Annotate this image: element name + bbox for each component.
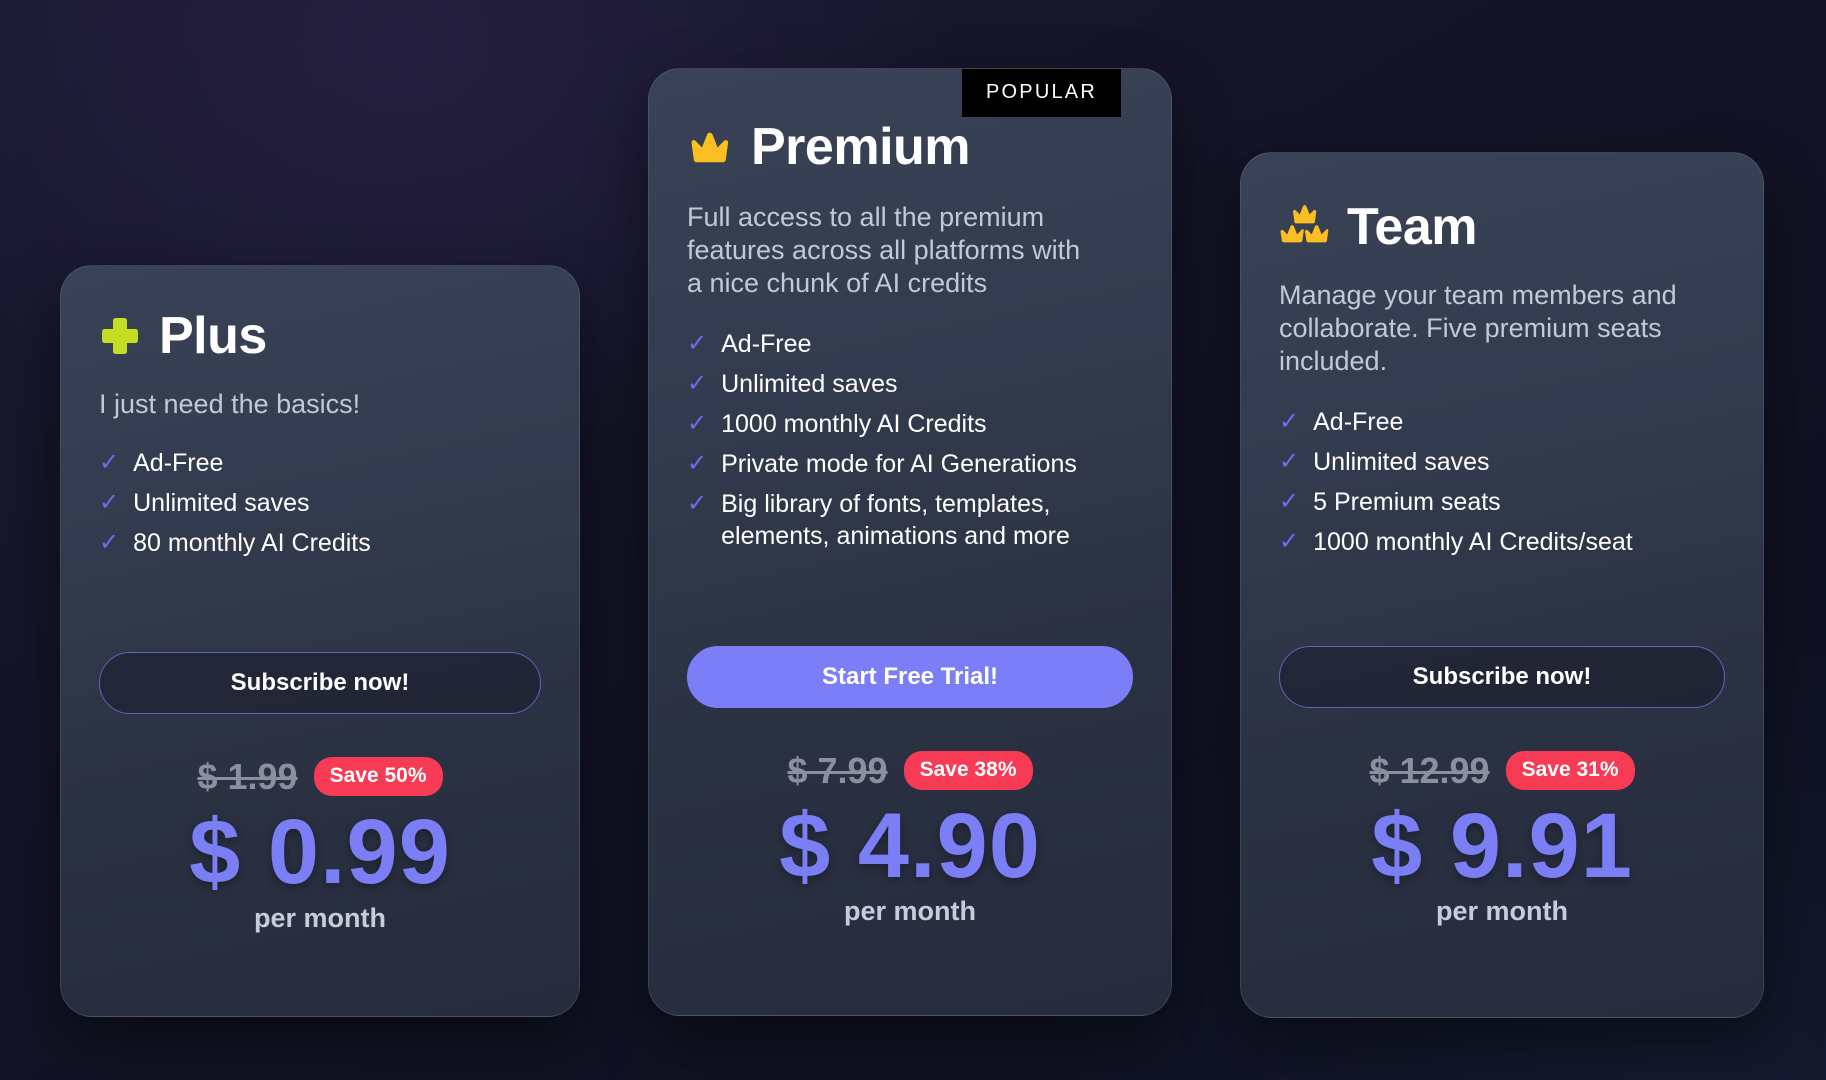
feature-item: ✓ 5 Premium seats	[1279, 486, 1725, 518]
check-icon: ✓	[687, 369, 708, 397]
crown-icon	[687, 126, 733, 168]
feature-label: 80 monthly AI Credits	[133, 528, 371, 557]
check-icon: ✓	[687, 329, 708, 357]
check-icon: ✓	[1279, 487, 1300, 515]
pricing-card-premium[interactable]: POPULAR Premium Full access to all the p…	[648, 68, 1172, 1016]
check-icon: ✓	[687, 409, 708, 437]
subscribe-button-team[interactable]: Subscribe now!	[1279, 645, 1725, 708]
old-price: $ 12.99	[1369, 749, 1490, 791]
old-price-row: $ 12.99 Save 31%	[1369, 749, 1635, 792]
price-block-premium: $ 7.99 Save 38% $ 4.90 per month	[687, 750, 1133, 928]
feature-item: ✓ Unlimited saves	[99, 487, 541, 519]
feature-label: 1000 monthly AI Credits/seat	[1313, 527, 1633, 556]
feature-list-team: ✓ Ad-Free ✓ Unlimited saves ✓ 5 Premium …	[1279, 406, 1725, 566]
check-icon: ✓	[99, 488, 120, 516]
plan-description: I just need the basics!	[99, 389, 361, 419]
feature-item: ✓ Ad-Free	[99, 447, 541, 479]
billing-period: per month	[254, 902, 386, 933]
price-block-team: $ 12.99 Save 31% $ 9.91 per month	[1279, 750, 1725, 928]
old-price: $ 7.99	[787, 749, 888, 791]
pricing-card-plus[interactable]: Plus I just need the basics! ✓ Ad-Free ✓…	[60, 265, 580, 1017]
triple-crown-icon	[1279, 205, 1329, 249]
feature-label: Ad-Free	[721, 329, 812, 358]
pricing-page: Plus I just need the basics! ✓ Ad-Free ✓…	[0, 0, 1826, 1080]
feature-label: Unlimited saves	[133, 488, 310, 517]
start-free-trial-button[interactable]: Start Free Trial!	[687, 645, 1133, 708]
check-icon: ✓	[687, 449, 708, 477]
feature-label: 1000 monthly AI Credits	[721, 409, 987, 438]
check-icon: ✓	[1279, 447, 1300, 475]
popular-badge: POPULAR	[962, 69, 1121, 117]
feature-label: Ad-Free	[1313, 407, 1404, 436]
feature-list-plus: ✓ Ad-Free ✓ Unlimited saves ✓ 80 monthly…	[99, 447, 541, 567]
plan-description: Full access to all the premium features …	[687, 202, 1081, 298]
old-price: $ 1.99	[197, 755, 298, 797]
plan-header-team: Team	[1279, 201, 1725, 253]
save-badge: Save 50%	[313, 757, 443, 797]
check-icon: ✓	[1279, 407, 1300, 435]
current-price: $ 4.90	[779, 794, 1041, 897]
subscribe-button-plus[interactable]: Subscribe now!	[99, 651, 541, 714]
feature-item: ✓ 80 monthly AI Credits	[99, 527, 541, 559]
feature-item: ✓ 1000 monthly AI Credits	[687, 408, 1133, 440]
plan-title: Team	[1347, 198, 1477, 256]
old-price-row: $ 7.99 Save 38%	[787, 749, 1033, 792]
feature-label: Big library of fonts, templates, element…	[721, 489, 1070, 550]
plan-header-premium: Premium	[687, 121, 1133, 173]
current-price: $ 9.91	[1371, 794, 1633, 897]
pricing-card-team[interactable]: Team Manage your team members and collab…	[1240, 152, 1764, 1018]
feature-label: Unlimited saves	[721, 369, 898, 398]
feature-list-premium: ✓ Ad-Free ✓ Unlimited saves ✓ 1000 month…	[687, 328, 1133, 560]
price-block-plus: $ 1.99 Save 50% $ 0.99 per month	[99, 756, 541, 934]
feature-item: ✓ Unlimited saves	[1279, 446, 1725, 478]
billing-period: per month	[1436, 896, 1568, 927]
feature-item: ✓ Ad-Free	[687, 328, 1133, 360]
plan-description: Manage your team members and collaborate…	[1279, 280, 1677, 376]
check-icon: ✓	[99, 448, 120, 476]
check-icon: ✓	[1279, 527, 1300, 555]
check-icon: ✓	[99, 528, 120, 556]
billing-period: per month	[844, 896, 976, 927]
feature-item: ✓ Unlimited saves	[687, 368, 1133, 400]
plan-title: Plus	[159, 307, 267, 365]
save-badge: Save 38%	[903, 751, 1033, 791]
feature-item: ✓ 1000 monthly AI Credits/seat	[1279, 526, 1725, 558]
feature-label: Private mode for AI Generations	[721, 449, 1077, 478]
feature-item: ✓ Ad-Free	[1279, 406, 1725, 438]
feature-label: Ad-Free	[133, 448, 224, 477]
save-badge: Save 31%	[1505, 751, 1635, 791]
plan-title: Premium	[751, 118, 971, 176]
feature-label: Unlimited saves	[1313, 447, 1490, 476]
plus-icon	[99, 315, 141, 357]
old-price-row: $ 1.99 Save 50%	[197, 755, 443, 798]
feature-item: ✓ Big library of fonts, templates, eleme…	[687, 488, 1133, 552]
check-icon: ✓	[687, 489, 708, 517]
feature-item: ✓ Private mode for AI Generations	[687, 448, 1133, 480]
plan-header-plus: Plus	[99, 310, 541, 362]
feature-label: 5 Premium seats	[1313, 487, 1501, 516]
current-price: $ 0.99	[189, 800, 451, 903]
